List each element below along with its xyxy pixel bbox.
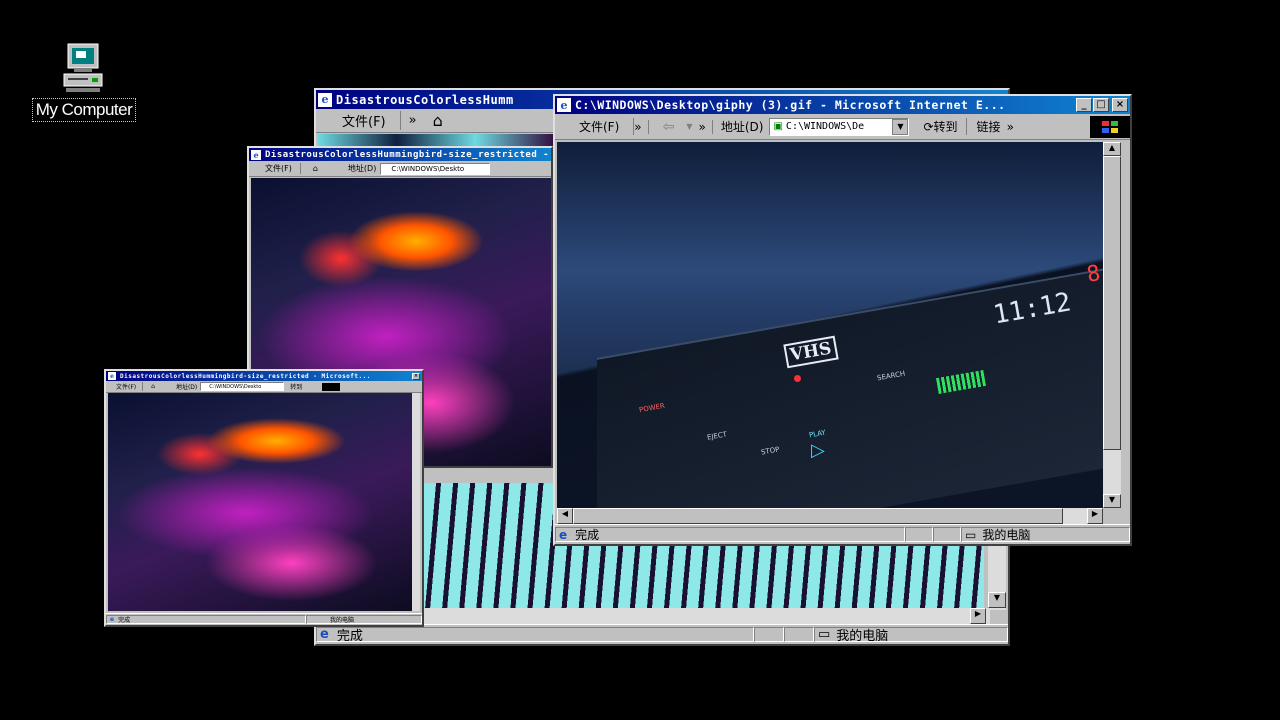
chevron-icon[interactable]: » bbox=[1007, 120, 1020, 134]
ie-window-front[interactable]: e C:\WINDOWS\Desktop\giphy (3).gif - Mic… bbox=[553, 94, 1132, 546]
file-menu[interactable]: 文件(F) bbox=[555, 118, 635, 135]
chevron-icon[interactable]: » bbox=[401, 113, 425, 128]
status-zone-cell: ▭ 我的电脑 bbox=[814, 626, 1008, 643]
address-input[interactable]: ▣ C:\WINDOWS\De ▼ bbox=[769, 117, 910, 136]
computer-icon: ▭ bbox=[818, 627, 831, 642]
horizontal-scrollbar[interactable] bbox=[424, 608, 990, 624]
status-zone-cell: 我的电脑 bbox=[306, 615, 422, 624]
desktop: My Computer e DisastrousColorlessHumm 文件… bbox=[0, 0, 1280, 720]
status-text: 完成 bbox=[575, 528, 600, 542]
close-icon[interactable]: × bbox=[412, 372, 420, 380]
scroll-down-arrow[interactable]: ▼ bbox=[1103, 494, 1121, 508]
scroll-right-arrow[interactable]: ▶ bbox=[970, 608, 986, 624]
minimize-icon[interactable]: _ bbox=[1076, 98, 1092, 112]
address-value: C:\WINDOWS\Deskto bbox=[391, 164, 465, 173]
status-text: 完成 bbox=[118, 617, 131, 624]
toolbar: 文件(F) ⌂ 地址(D) C:\WINDOWS\Deskto bbox=[249, 161, 551, 177]
home-icon[interactable]: ⌂ bbox=[301, 164, 344, 173]
ie-status-icon: e bbox=[320, 627, 329, 642]
horizontal-scrollbar[interactable]: ◀ ▶ bbox=[557, 508, 1103, 524]
status-zone: 我的电脑 bbox=[982, 528, 1031, 542]
links-button[interactable]: 链接 bbox=[967, 118, 1007, 135]
scroll-thumb[interactable] bbox=[1103, 156, 1121, 450]
ie-icon: e bbox=[108, 372, 116, 380]
file-menu[interactable]: 文件(F) bbox=[316, 111, 401, 130]
back-arrow-icon[interactable]: ⇦ bbox=[649, 119, 681, 135]
goto-label: 转到 bbox=[933, 120, 958, 134]
windows-logo-icon bbox=[1090, 115, 1130, 138]
windows-logo-icon bbox=[322, 382, 341, 391]
ie-status-icon: e bbox=[110, 616, 115, 623]
vertical-scrollbar[interactable]: ▲ ▼ bbox=[1103, 142, 1121, 508]
ie-status-icon: e bbox=[559, 527, 568, 542]
ie-window-small[interactable]: e DisastrousColorlessHummingbird-size_re… bbox=[104, 369, 424, 627]
scroll-left-arrow[interactable]: ◀ bbox=[557, 508, 573, 524]
computer-icon bbox=[60, 42, 108, 94]
scroll-right-arrow[interactable]: ▶ bbox=[1087, 508, 1103, 524]
address-input[interactable]: C:\WINDOWS\Deskto bbox=[380, 162, 491, 175]
status-zone: 我的电脑 bbox=[836, 629, 889, 643]
scroll-down-arrow[interactable]: ▼ bbox=[988, 592, 1006, 608]
status-left-cell: e 完成 bbox=[316, 626, 754, 643]
scroll-thumb[interactable] bbox=[573, 508, 1063, 524]
window-title: DisastrousColorlessHummingbird-size_rest… bbox=[120, 372, 371, 380]
status-empty-cell bbox=[905, 526, 933, 543]
ie-icon: e bbox=[251, 149, 261, 160]
close-icon[interactable]: × bbox=[1112, 98, 1128, 112]
status-left-cell: e 完成 bbox=[106, 615, 306, 624]
chevron-icon[interactable]: » bbox=[634, 119, 649, 134]
status-zone-cell: ▭ 我的电脑 bbox=[961, 526, 1130, 543]
goto-button[interactable]: ⟳转到 bbox=[909, 118, 967, 135]
page-icon: ▣ bbox=[773, 121, 783, 132]
status-text: 完成 bbox=[336, 629, 363, 643]
address-label: 地址(D) bbox=[175, 384, 198, 391]
back-dropdown-icon[interactable]: ▼ bbox=[680, 122, 698, 131]
file-menu[interactable]: 文件(F) bbox=[106, 382, 144, 391]
my-computer-label: My Computer bbox=[31, 98, 137, 122]
window-controls: _ □ × bbox=[1076, 98, 1128, 112]
vcr-power-indicator bbox=[794, 375, 801, 382]
address-value: C:\WINDOWS\Deskto bbox=[209, 383, 262, 390]
vertical-scrollbar[interactable] bbox=[412, 393, 420, 611]
play-icon: ▷ bbox=[811, 440, 825, 461]
address-input[interactable]: C:\WINDOWS\Deskto bbox=[200, 382, 285, 391]
toolbar: 文件(F) ⌂ 地址(D) C:\WINDOWS\Deskto 转到 bbox=[106, 381, 422, 393]
maximize-icon[interactable]: □ bbox=[1093, 98, 1109, 112]
status-zone: 我的电脑 bbox=[330, 617, 355, 624]
address-label: 地址(D) bbox=[347, 164, 377, 173]
status-empty-cell bbox=[754, 626, 784, 643]
gif-image-view: VHS 11:12 8 POWER EJECT SEARCH STOP PLAY… bbox=[557, 142, 1103, 508]
status-bar: e 完成 ▭ 我的电脑 bbox=[316, 624, 1008, 644]
status-bar: e 完成 我的电脑 bbox=[106, 613, 422, 625]
titlebar[interactable]: e C:\WINDOWS\Desktop\giphy (3).gif - Mic… bbox=[555, 96, 1130, 114]
goto-arrow-icon: ⟳ bbox=[923, 120, 934, 134]
status-left-cell: e 完成 bbox=[555, 526, 905, 543]
scroll-up-arrow[interactable]: ▲ bbox=[1103, 142, 1121, 156]
file-menu[interactable]: 文件(F) bbox=[249, 163, 301, 174]
my-computer-shortcut[interactable]: My Computer bbox=[30, 42, 138, 122]
titlebar[interactable]: e DisastrousColorlessHummingbird-size_re… bbox=[249, 148, 551, 161]
address-value: C:\WINDOWS\De bbox=[785, 121, 865, 132]
ie-icon: e bbox=[557, 98, 571, 112]
window-title: DisastrousColorlessHummingbird-size_rest… bbox=[265, 149, 549, 160]
titlebar[interactable]: e DisastrousColorlessHummingbird-size_re… bbox=[106, 371, 422, 381]
status-empty-cell bbox=[784, 626, 814, 643]
toolbar: 文件(F) » ⇦ ▼ » 地址(D) ▣ C:\WINDOWS\De ▼ ⟳转… bbox=[555, 114, 1130, 140]
window-title: C:\WINDOWS\Desktop\giphy (3).gif - Micro… bbox=[575, 98, 1006, 112]
home-icon[interactable]: ⌂ bbox=[143, 383, 173, 390]
address-dropdown-icon[interactable]: ▼ bbox=[892, 118, 909, 135]
image-view bbox=[108, 393, 414, 611]
computer-icon: ▭ bbox=[965, 527, 977, 542]
ie-icon: e bbox=[318, 92, 332, 107]
goto-button[interactable]: 转到 bbox=[284, 382, 308, 391]
window-controls: × bbox=[412, 372, 420, 380]
address-label: 地址(D) bbox=[720, 120, 764, 134]
chevron-icon[interactable]: » bbox=[699, 119, 713, 134]
status-bar: e 完成 ▭ 我的电脑 bbox=[555, 524, 1130, 544]
home-icon[interactable]: ⌂ bbox=[425, 111, 451, 130]
status-empty-cell bbox=[933, 526, 961, 543]
